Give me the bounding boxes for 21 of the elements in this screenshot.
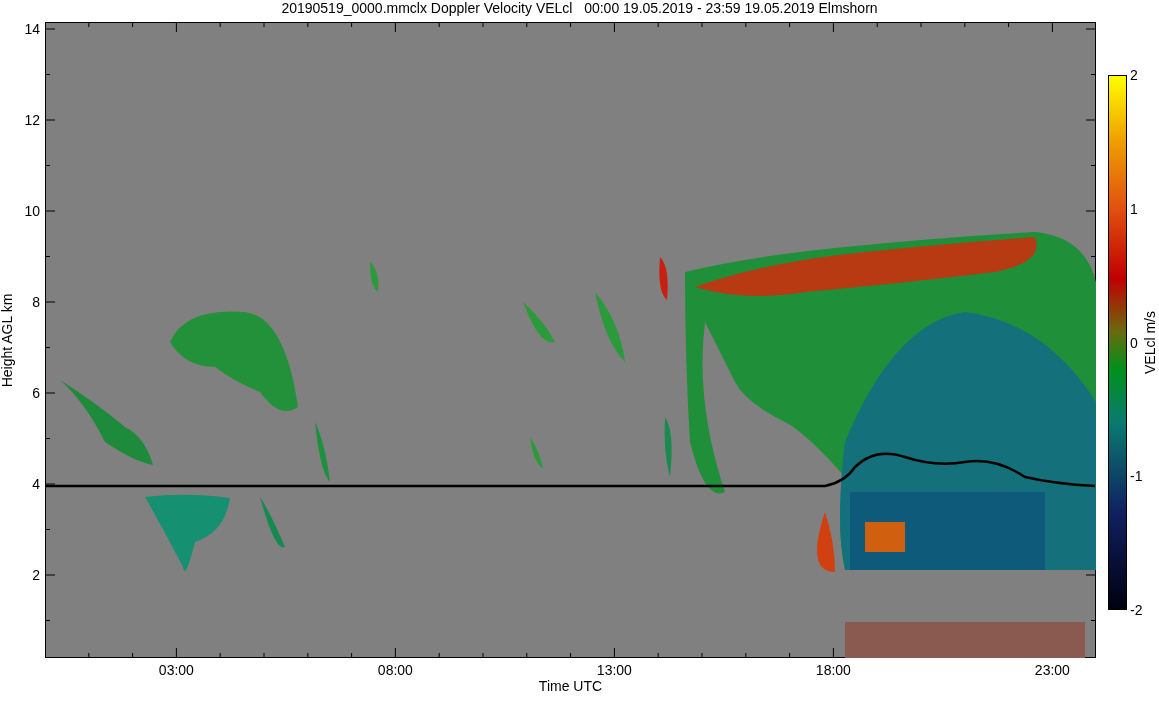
y-tick-label: 14 xyxy=(24,21,40,37)
x-axis-label: Time UTC xyxy=(538,678,603,694)
y-tick-label: 8 xyxy=(32,294,40,310)
x-tick-label: 03:00 xyxy=(158,662,194,678)
color-scale-label: VELcl m/s xyxy=(1140,311,1159,374)
y-axis-label: Height AGL km xyxy=(0,293,17,387)
y-tick-label: 2 xyxy=(32,567,40,583)
y-tick-label: 4 xyxy=(32,476,40,492)
color-scale-tick-label: 1 xyxy=(1130,200,1138,217)
x-tick-label: 13:00 xyxy=(596,662,632,678)
y-tick-label: 10 xyxy=(24,203,40,219)
y-tick-label: 6 xyxy=(32,385,40,401)
x-tick-label: 23:00 xyxy=(1034,662,1070,678)
x-tick-label: 08:00 xyxy=(377,662,413,678)
chart-title: 20190519_0000.mmclx Doppler Velocity VELcl 00:00 19.05.2019 - 23:59 19.05.2019 Elmshorn xyxy=(281,0,878,18)
color-scale-tick-label: 0 xyxy=(1130,334,1138,351)
x-tick-label: 18:00 xyxy=(815,662,851,678)
y-tick-label: 12 xyxy=(24,112,40,128)
color-scale-tick-label: 2 xyxy=(1130,67,1138,83)
color-scale-tick-label: -2 xyxy=(1130,602,1143,618)
color-scale-tick-label: -1 xyxy=(1130,468,1143,485)
